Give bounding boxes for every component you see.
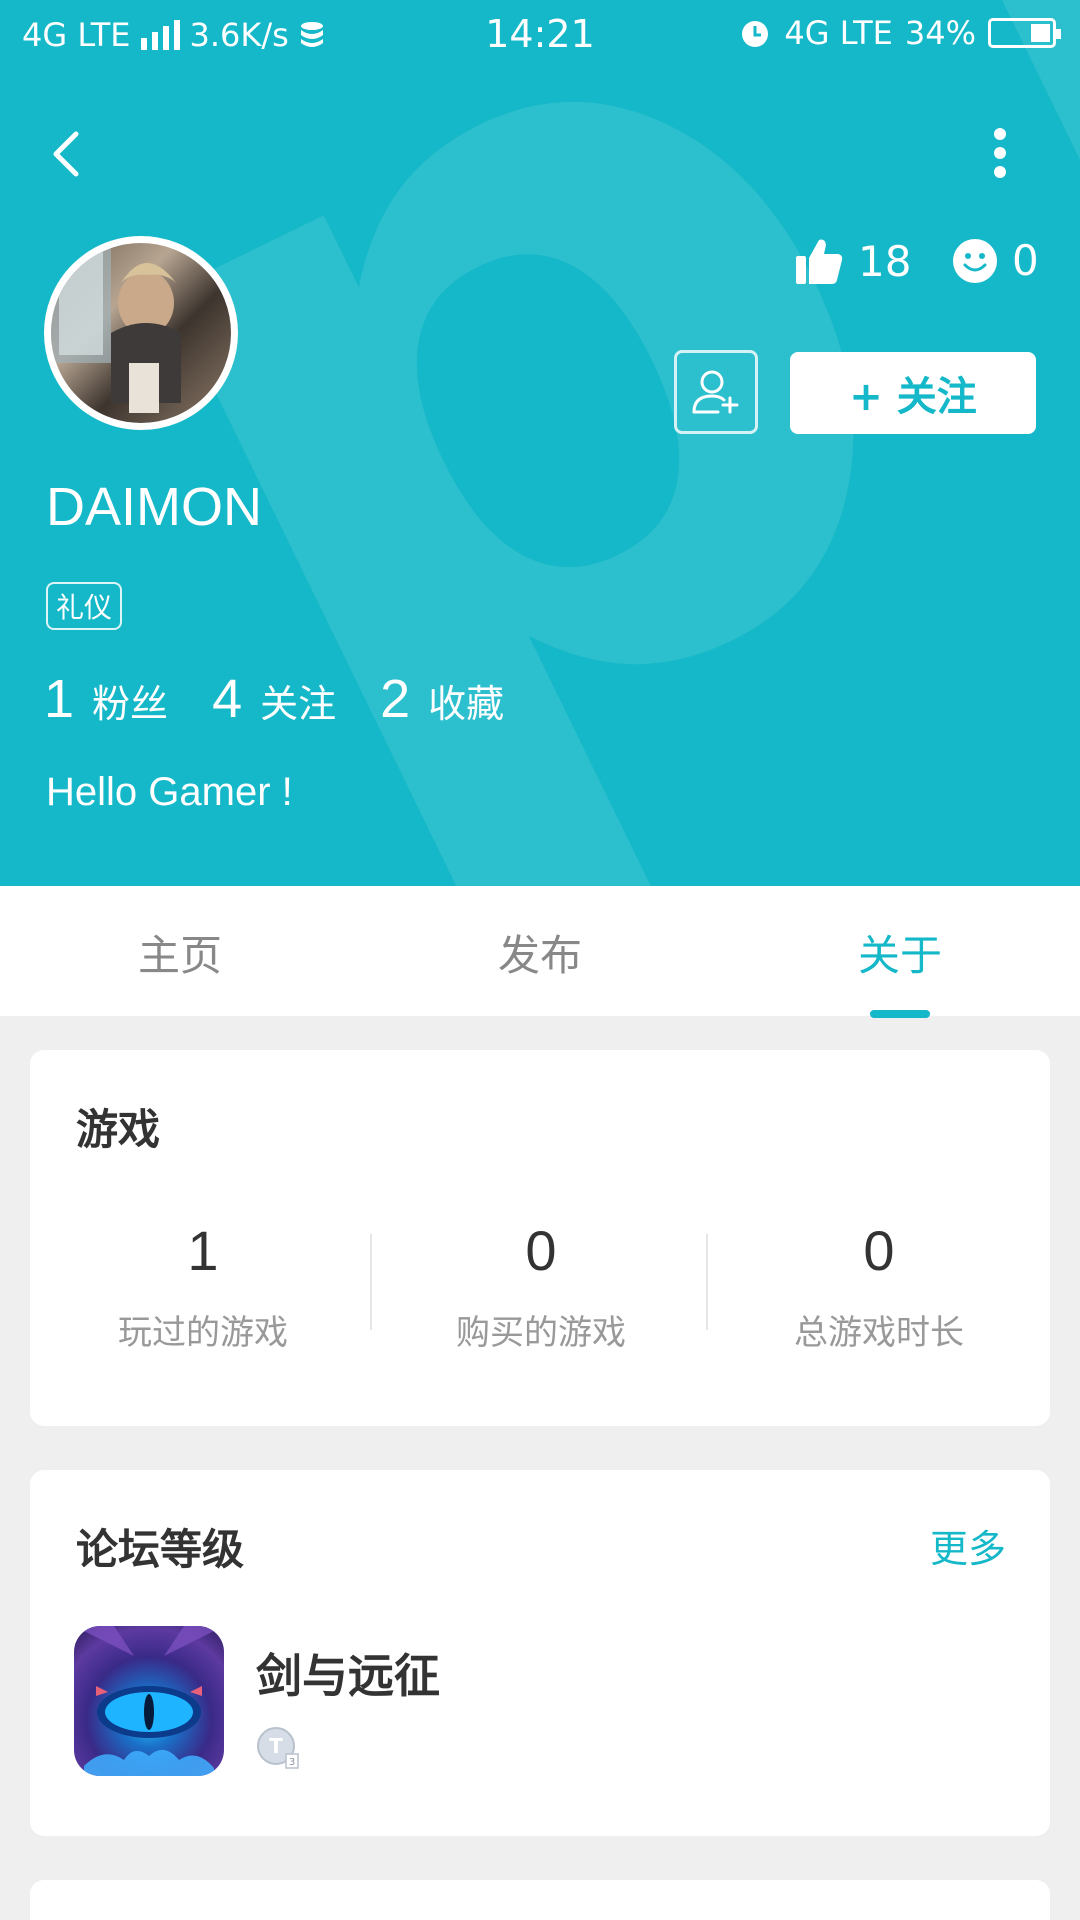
- username: DAIMON: [46, 477, 262, 537]
- thumbs-up-icon: [796, 239, 843, 284]
- avatar-image: [51, 243, 181, 413]
- tab-home[interactable]: 主页: [80, 922, 280, 983]
- more-vertical-icon: [994, 128, 1006, 178]
- stat-label: 粉丝: [92, 682, 169, 726]
- add-user-icon: [692, 370, 739, 414]
- stat-total-playtime[interactable]: 0 总游戏时长: [710, 1218, 1048, 1354]
- level-badge-icon: T 3: [256, 1726, 300, 1770]
- smiles-count: 0: [1012, 236, 1039, 285]
- game-name[interactable]: 剑与远征: [256, 1640, 440, 1706]
- smiley-icon: [953, 238, 997, 283]
- stat-played-games[interactable]: 1 玩过的游戏: [34, 1218, 372, 1354]
- stat-label: 总游戏时长: [794, 1313, 964, 1353]
- likes-count: 18: [858, 236, 912, 286]
- forum-level-card: 论坛等级 更多 剑与远征 T 3: [30, 1470, 1050, 1836]
- stat-number: 0: [525, 1219, 557, 1282]
- games-card-title: 游戏: [76, 1105, 161, 1154]
- status-right: 4G LTE 34%: [738, 14, 1061, 52]
- status-bar: 4G LTE 3.6K/s 14:21 4G LTE 34%: [0, 0, 1080, 72]
- stat-favorites[interactable]: 2 收藏: [380, 668, 504, 730]
- next-card: [30, 1880, 1050, 1920]
- chevron-left-icon: [53, 131, 79, 177]
- stat-label: 玩过的游戏: [118, 1313, 288, 1353]
- more-link[interactable]: 更多: [930, 1518, 1006, 1573]
- profile-tabs: 主页 发布 关于: [0, 886, 1080, 1016]
- user-bio: Hello Gamer !: [46, 770, 293, 814]
- back-button[interactable]: [38, 118, 98, 190]
- network-indicator-right: 4G LTE: [784, 14, 893, 52]
- dragon-eye-icon: [74, 1626, 224, 1776]
- tab-about[interactable]: 关于: [800, 922, 1000, 983]
- more-options-button[interactable]: [980, 118, 1020, 190]
- stat-number: 1: [187, 1219, 219, 1282]
- profile-header: pTa 4G LTE 3.6K/s 14:21 4G LTE 34%: [0, 0, 1080, 886]
- stat-label: 关注: [260, 682, 337, 726]
- games-card: 游戏 1 玩过的游戏 0 购买的游戏 0 总游戏时长: [30, 1050, 1050, 1426]
- likes-counter[interactable]: 18: [794, 236, 911, 286]
- avatar[interactable]: [44, 236, 238, 430]
- active-tab-indicator: [870, 1010, 930, 1018]
- stat-number: 0: [863, 1219, 895, 1282]
- divider: [706, 1234, 708, 1330]
- smiles-counter[interactable]: 0: [952, 236, 1039, 285]
- background-watermark: pTa: [0, 0, 1080, 886]
- stat-label: 购买的游戏: [456, 1313, 626, 1353]
- stat-fans[interactable]: 1 粉丝: [44, 668, 168, 730]
- user-badge: 礼仪: [46, 582, 123, 630]
- stat-following[interactable]: 4 关注: [212, 668, 336, 730]
- add-friend-button[interactable]: [674, 350, 758, 434]
- stat-purchased-games[interactable]: 0 购买的游戏: [372, 1218, 710, 1354]
- tab-posts[interactable]: 发布: [440, 922, 640, 983]
- battery-fill: [1031, 24, 1050, 42]
- alarm-icon: [742, 21, 769, 47]
- svg-text:3: 3: [289, 1757, 295, 1768]
- game-icon[interactable]: [74, 1626, 224, 1776]
- battery-icon: [988, 18, 1061, 48]
- svg-text:T: T: [269, 1734, 283, 1758]
- profile-stats: 1 粉丝 4 关注 2 收藏: [44, 668, 504, 730]
- follow-button[interactable]: + 关注: [790, 352, 1036, 434]
- stat-number: 1: [44, 669, 75, 729]
- stat-label: 收藏: [428, 682, 505, 726]
- stat-number: 2: [380, 669, 411, 729]
- forum-card-title: 论坛等级: [76, 1525, 245, 1574]
- battery-percent: 34%: [904, 14, 976, 52]
- stat-number: 4: [212, 669, 243, 729]
